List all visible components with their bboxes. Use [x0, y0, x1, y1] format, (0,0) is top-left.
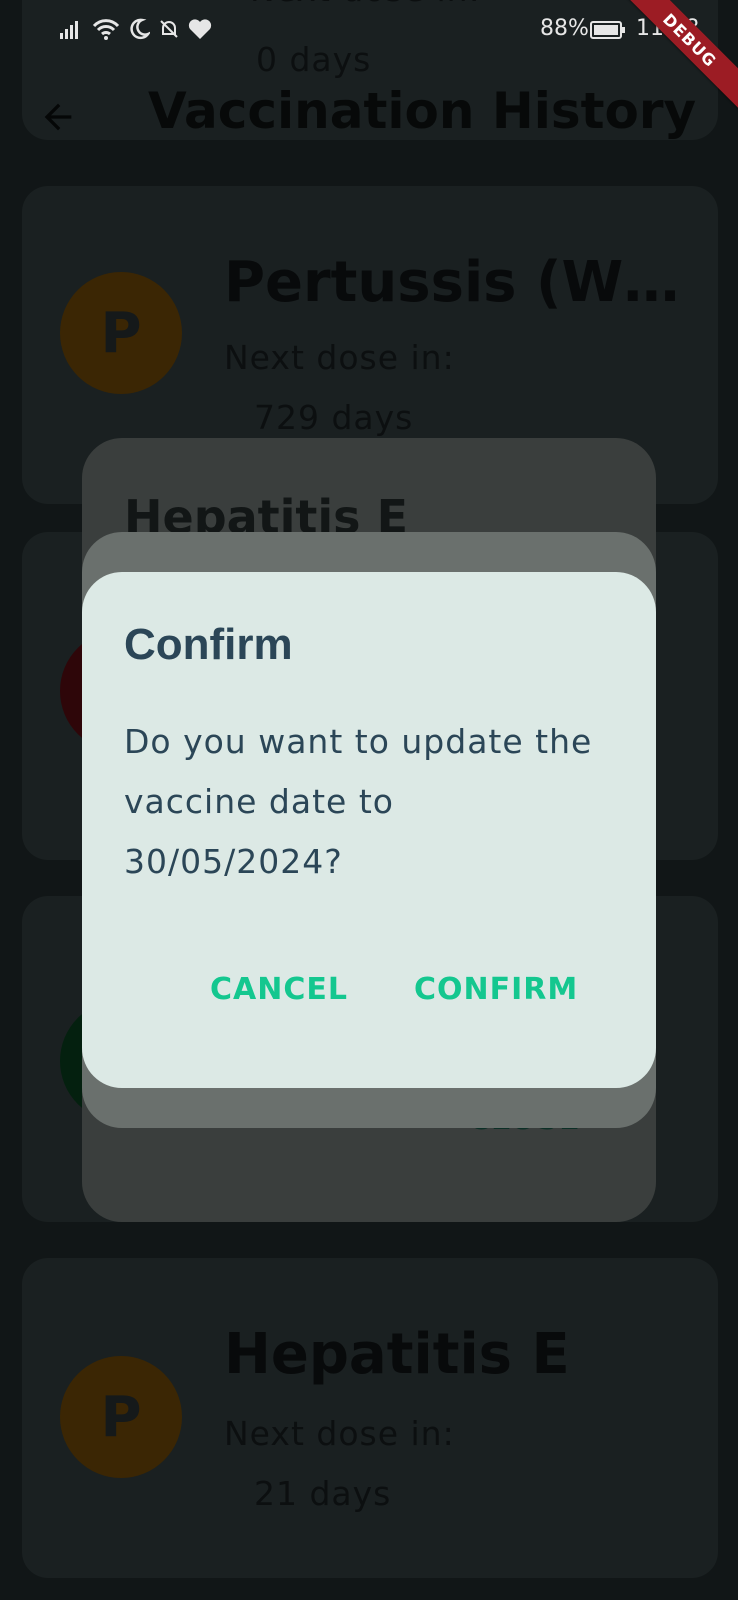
confirm-button[interactable]: CONFIRM: [414, 972, 578, 1007]
do-not-disturb-moon-icon: [130, 18, 150, 40]
vaccine-badge: P: [60, 272, 182, 394]
mute-bell-icon: [160, 20, 178, 38]
vaccine-badge: P: [60, 1356, 182, 1478]
heart-icon: [188, 19, 212, 39]
signal-icon: [60, 21, 78, 39]
status-icons: [60, 18, 212, 40]
status-bar: 88% 11:58: [0, 0, 738, 64]
battery-icon: [590, 21, 625, 39]
vaccine-name: Pertussis (Who...: [224, 250, 708, 315]
wifi-icon: [92, 19, 120, 40]
cancel-button[interactable]: CANCEL: [210, 972, 348, 1007]
vaccination-history-screen: Next dose in: 0 days Vaccination History…: [0, 0, 738, 1600]
vaccine-card-hepatitis-e[interactable]: P Hepatitis E Next dose in: 21 days: [22, 1258, 718, 1578]
dialog-title: Confirm: [124, 620, 293, 669]
next-dose-label: Next dose in:: [224, 338, 455, 377]
confirm-dialog: Confirm Do you want to update the vaccin…: [82, 572, 656, 1088]
next-dose-label: Next dose in:: [224, 1414, 455, 1453]
vaccine-name: Hepatitis E: [224, 1322, 570, 1387]
page-title: Vaccination History: [148, 82, 697, 140]
back-arrow-icon[interactable]: [38, 97, 78, 137]
next-dose-value: 729 days: [254, 398, 414, 437]
battery-percentage: 88%: [540, 16, 589, 41]
dialog-message: Do you want to update the vaccine date t…: [124, 722, 593, 881]
next-dose-value: 21 days: [254, 1474, 392, 1513]
